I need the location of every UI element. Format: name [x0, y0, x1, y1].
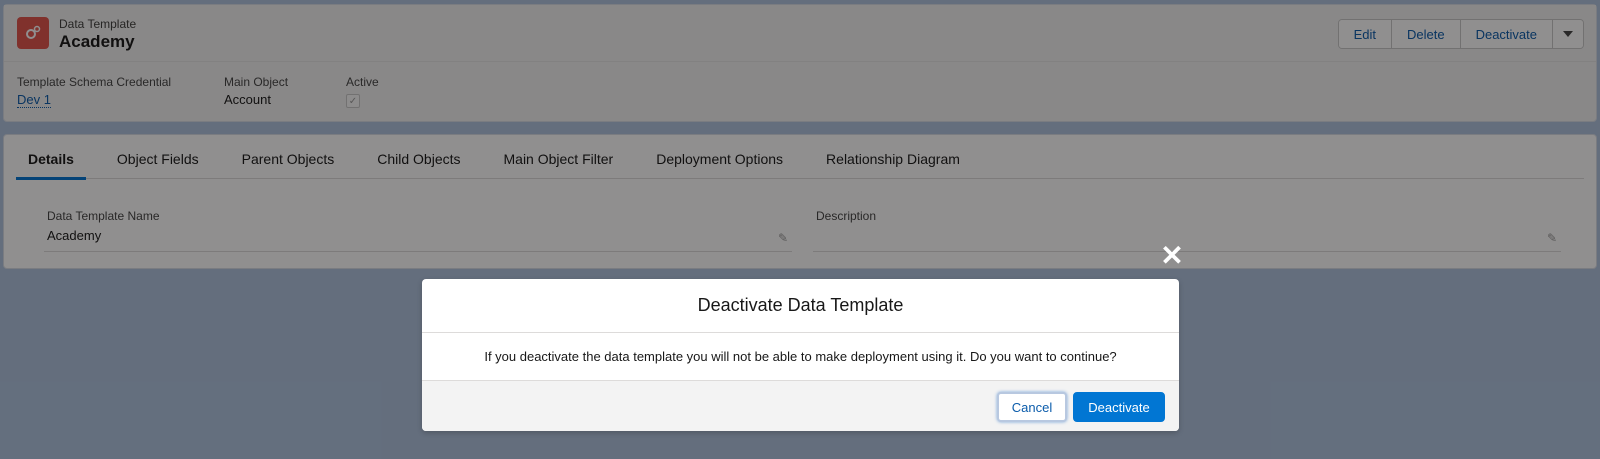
- modal-title: Deactivate Data Template: [422, 279, 1179, 333]
- cancel-button[interactable]: Cancel: [997, 392, 1067, 422]
- modal-footer: Cancel Deactivate: [422, 380, 1179, 431]
- deactivate-modal: Deactivate Data Template If you deactiva…: [422, 279, 1179, 431]
- record-page: Data Template Academy Edit Delete Deacti…: [0, 0, 1600, 459]
- confirm-deactivate-button[interactable]: Deactivate: [1073, 392, 1165, 422]
- modal-message: If you deactivate the data template you …: [484, 349, 1117, 364]
- close-icon[interactable]: ✕: [1160, 242, 1184, 270]
